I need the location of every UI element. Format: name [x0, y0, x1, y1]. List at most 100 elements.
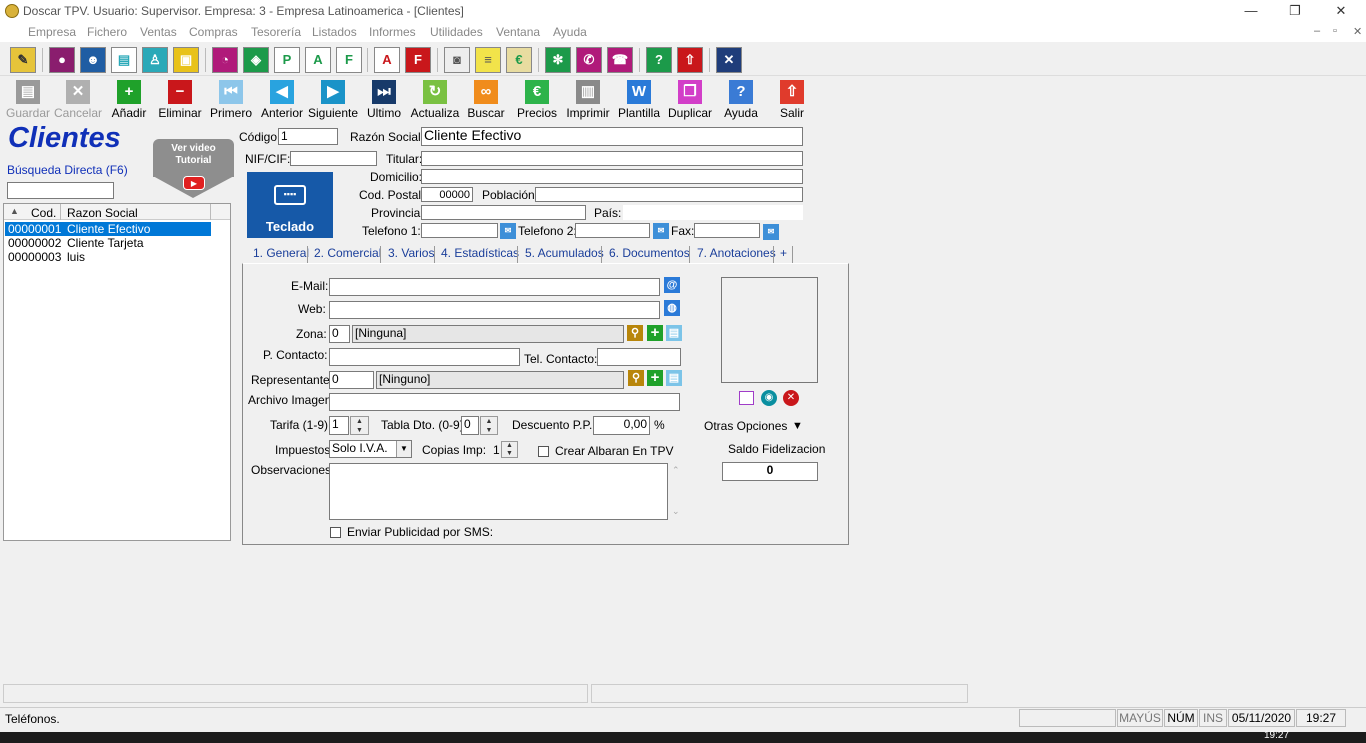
globe-icon[interactable]: ◍ — [664, 300, 680, 316]
menu-tesoreria[interactable]: Tesorería — [251, 25, 301, 39]
tab-general[interactable]: 1. General — [253, 246, 309, 264]
p-document-icon[interactable]: P — [274, 47, 300, 73]
f-document-icon[interactable]: F — [336, 47, 362, 73]
menu-ayuda[interactable]: Ayuda — [553, 25, 587, 39]
safe-icon[interactable]: ◙ — [444, 47, 470, 73]
domicilio-field[interactable] — [421, 169, 803, 184]
a-invoice-icon[interactable]: A — [374, 47, 400, 73]
mdi-minimize-button[interactable]: – — [1314, 25, 1320, 37]
impuestos-select[interactable]: Solo I.V.A. ▼ — [329, 440, 412, 458]
add-icon[interactable]: + — [647, 325, 663, 341]
pie-chart-icon[interactable]: ◔ — [212, 47, 238, 73]
mdi-restore-button[interactable]: ▫ — [1333, 25, 1337, 37]
scroll-up-icon[interactable]: ⌃ — [672, 465, 680, 476]
search-icon[interactable]: ⚲ — [628, 370, 644, 386]
tabla-dto-spinner[interactable]: ▲ ▼ — [480, 416, 498, 435]
crear-albaran-checkbox[interactable] — [538, 446, 549, 457]
zona-code-field[interactable]: 0 — [329, 325, 350, 343]
chevron-down-icon[interactable]: ▼ — [396, 441, 411, 457]
groups-icon[interactable]: ● — [49, 47, 75, 73]
menu-compras[interactable]: Compras — [189, 25, 238, 39]
tab-anotaciones[interactable]: 7. Anotaciones — [697, 246, 776, 264]
web-field[interactable] — [329, 301, 660, 319]
delete-image-icon[interactable]: ✕ — [783, 390, 799, 406]
open-image-icon[interactable] — [739, 391, 754, 405]
sms-icon[interactable]: ✉ — [500, 223, 516, 239]
add-icon[interactable]: + — [647, 370, 663, 386]
telefono1-field[interactable] — [421, 223, 498, 238]
edit-icon[interactable]: ▤ — [666, 325, 682, 341]
tel-contacto-field[interactable] — [597, 348, 681, 366]
at-icon[interactable]: @ — [664, 277, 680, 293]
a-document-icon[interactable]: A — [305, 47, 331, 73]
codigo-field[interactable]: 1 — [278, 128, 338, 145]
gears-icon[interactable]: ✻ — [545, 47, 571, 73]
cod-postal-field[interactable]: 00000 — [421, 187, 473, 202]
provincia-field[interactable] — [421, 205, 586, 220]
contacts-icon[interactable]: ☎ — [607, 47, 633, 73]
tab-more[interactable]: + — [780, 246, 787, 264]
restore-button[interactable]: ❐ — [1280, 2, 1310, 20]
nif-field[interactable] — [290, 151, 377, 166]
column-cod[interactable]: Cod. — [31, 206, 56, 220]
salir-button[interactable]: ⇧ Salir — [766, 78, 818, 120]
clients-icon[interactable]: ☻ — [80, 47, 106, 73]
tarifa-field[interactable]: 1 — [329, 416, 349, 435]
contacto-field[interactable] — [329, 348, 520, 366]
titular-field[interactable] — [421, 151, 803, 166]
table-row[interactable]: 00000002 Cliente Tarjeta — [5, 236, 211, 250]
menu-utilidades[interactable]: Utilidades — [430, 25, 483, 39]
menu-empresa[interactable]: Empresa — [28, 25, 76, 39]
phone-icon[interactable]: ✆ — [576, 47, 602, 73]
scroll-down-icon[interactable]: ⌄ — [672, 506, 680, 517]
sms-icon[interactable]: ✉ — [653, 223, 669, 239]
tab-acumulados[interactable]: 5. Acumulados — [525, 246, 604, 264]
menu-ventas[interactable]: Ventas — [140, 25, 177, 39]
column-razon-social[interactable]: Razon Social — [67, 206, 138, 220]
tab-estadisticas[interactable]: 4. Estadísticas — [441, 246, 519, 264]
menu-fichero[interactable]: Fichero — [87, 25, 127, 39]
tab-comercial[interactable]: 2. Comercial — [314, 246, 381, 264]
otras-opciones-button[interactable]: Otras Opciones — [704, 419, 787, 433]
menu-informes[interactable]: Informes — [369, 25, 416, 39]
tag-icon[interactable]: ◈ — [243, 47, 269, 73]
keyboard-button[interactable]: ▪▪▪▪ Teclado — [247, 172, 333, 238]
employee-icon[interactable]: ♙ — [142, 47, 168, 73]
euro-book-icon[interactable]: € — [506, 47, 532, 73]
f-invoice-icon[interactable]: F — [405, 47, 431, 73]
telefono2-field[interactable] — [575, 223, 650, 238]
sms-checkbox[interactable] — [330, 527, 341, 538]
search-icon[interactable]: ⚲ — [627, 325, 643, 341]
table-row[interactable]: 00000001 Cliente Efectivo — [5, 222, 211, 236]
descuento-field[interactable]: 0,00 — [593, 416, 650, 435]
table-row[interactable]: 00000003 luis — [5, 250, 211, 264]
fax-field[interactable] — [694, 223, 760, 238]
chevron-down-icon[interactable]: ▼ — [792, 420, 803, 432]
mdi-close-button[interactable]: ✕ — [1353, 25, 1362, 38]
tab-documentos[interactable]: 6. Documentos — [609, 246, 690, 264]
briefcase-icon[interactable]: ▣ — [173, 47, 199, 73]
company-icon[interactable]: ✎ — [10, 47, 36, 73]
document-icon[interactable]: ▤ — [111, 47, 137, 73]
razon-social-field[interactable]: Cliente Efectivo — [421, 127, 803, 146]
edit-icon[interactable]: ▤ — [666, 370, 682, 386]
menu-ventana[interactable]: Ventana — [496, 25, 540, 39]
poblacion-field[interactable] — [535, 187, 803, 202]
tabla-dto-field[interactable]: 0 — [461, 416, 479, 435]
help-icon[interactable]: ? — [646, 47, 672, 73]
exit-icon[interactable]: ⇧ — [677, 47, 703, 73]
tarifa-spinner[interactable]: ▲ ▼ — [350, 416, 369, 435]
sms-icon[interactable]: ✉ — [763, 224, 779, 240]
tab-varios[interactable]: 3. Varios — [388, 246, 434, 264]
notes-icon[interactable]: ≡ — [475, 47, 501, 73]
minimize-button[interactable]: — — [1236, 2, 1266, 20]
archivo-imagen-field[interactable] — [329, 393, 680, 411]
menu-listados[interactable]: Listados — [312, 25, 357, 39]
video-tutorial-button[interactable]: Ver video Tutorial ▶ — [153, 139, 234, 198]
pais-field[interactable] — [623, 205, 803, 220]
representante-code-field[interactable]: 0 — [329, 371, 374, 389]
email-field[interactable] — [329, 278, 660, 296]
tools-icon[interactable]: ✕ — [716, 47, 742, 73]
copias-field[interactable]: 1 — [493, 443, 500, 457]
search-input[interactable] — [7, 182, 114, 199]
